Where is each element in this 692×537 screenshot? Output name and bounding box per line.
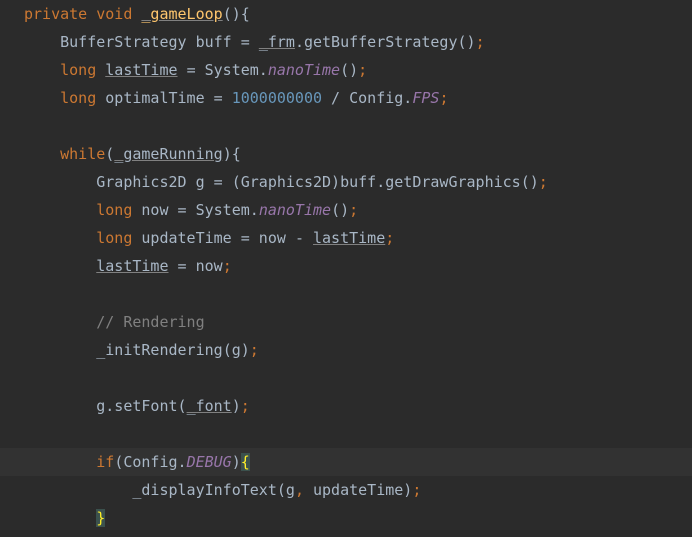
keyword-long: long bbox=[96, 201, 132, 219]
text: / Config. bbox=[322, 89, 412, 107]
number-literal: 1000000000 bbox=[232, 89, 322, 107]
text: System. bbox=[187, 201, 259, 219]
operator: = bbox=[214, 173, 223, 191]
brace-open-matched: { bbox=[241, 453, 250, 471]
text: updateTime bbox=[132, 229, 240, 247]
var-lasttime: lastTime bbox=[96, 257, 168, 275]
static-nanotime: nanoTime bbox=[259, 201, 331, 219]
code-line[interactable]: g.setFont(_font); bbox=[24, 392, 692, 420]
semicolon: ; bbox=[539, 173, 548, 191]
method-name: _gameLoop bbox=[141, 5, 222, 23]
text: Graphics2D g bbox=[96, 173, 213, 191]
code-line[interactable]: } bbox=[24, 504, 692, 532]
keyword-long: long bbox=[60, 89, 96, 107]
comment: // Rendering bbox=[96, 313, 204, 331]
semicolon: ; bbox=[476, 33, 485, 51]
text: updateTime) bbox=[304, 481, 412, 499]
text: (g bbox=[277, 481, 295, 499]
text: (Graphics2D)buff.getDrawGraphics() bbox=[223, 173, 539, 191]
paren-open: (Config. bbox=[114, 453, 186, 471]
keyword-long: long bbox=[96, 229, 132, 247]
method-call: _initRendering bbox=[96, 341, 222, 359]
semicolon: ; bbox=[250, 341, 259, 359]
operator: = bbox=[241, 229, 250, 247]
code-editor[interactable]: private void _gameLoop(){ BufferStrategy… bbox=[0, 0, 692, 532]
blank-line[interactable] bbox=[24, 420, 692, 448]
keyword-if: if bbox=[96, 453, 114, 471]
static-nanotime: nanoTime bbox=[268, 61, 340, 79]
code-line[interactable]: lastTime = now; bbox=[24, 252, 692, 280]
text: (g) bbox=[223, 341, 250, 359]
code-line-current[interactable]: if(Config.DEBUG){ bbox=[0, 448, 692, 476]
var-lasttime: lastTime bbox=[105, 61, 177, 79]
field-frm: _frm bbox=[259, 33, 295, 51]
semicolon: ; bbox=[241, 397, 250, 415]
code-line[interactable]: long now = System.nanoTime(); bbox=[24, 196, 692, 224]
comma: , bbox=[295, 481, 304, 499]
text: optimalTime bbox=[96, 89, 213, 107]
keyword-long: long bbox=[60, 61, 96, 79]
text: now bbox=[250, 229, 295, 247]
text: BufferStrategy buff bbox=[60, 33, 241, 51]
text: now bbox=[132, 201, 177, 219]
operator: = bbox=[214, 89, 223, 107]
text: System. bbox=[196, 61, 268, 79]
code-line[interactable]: BufferStrategy buff = _frm.getBufferStra… bbox=[24, 28, 692, 56]
operator: = bbox=[187, 61, 196, 79]
text: () bbox=[340, 61, 358, 79]
text: () bbox=[331, 201, 349, 219]
code-line[interactable]: private void _gameLoop(){ bbox=[24, 0, 692, 28]
text: .getBufferStrategy() bbox=[295, 33, 476, 51]
blank-line[interactable] bbox=[24, 364, 692, 392]
semicolon: ; bbox=[412, 481, 421, 499]
text: now bbox=[187, 257, 223, 275]
blank-line[interactable] bbox=[24, 112, 692, 140]
code-line[interactable]: _displayInfoText(g, updateTime); bbox=[24, 476, 692, 504]
field-font: _font bbox=[187, 397, 232, 415]
var-lasttime: lastTime bbox=[313, 229, 385, 247]
semicolon: ; bbox=[385, 229, 394, 247]
keyword-while: while bbox=[60, 145, 105, 163]
keyword-private: private bbox=[24, 5, 87, 23]
code-line[interactable]: Graphics2D g = (Graphics2D)buff.getDrawG… bbox=[24, 168, 692, 196]
paren-open: ( bbox=[105, 145, 114, 163]
code-line[interactable]: long updateTime = now - lastTime; bbox=[24, 224, 692, 252]
method-call: _displayInfoText bbox=[132, 481, 277, 499]
field-gamerunning: _gameRunning bbox=[114, 145, 222, 163]
operator: = bbox=[178, 201, 187, 219]
code-line[interactable]: while(_gameRunning){ bbox=[24, 140, 692, 168]
operator: = bbox=[241, 33, 250, 51]
text: ) bbox=[232, 397, 241, 415]
semicolon: ; bbox=[223, 257, 232, 275]
text: g.setFont( bbox=[96, 397, 186, 415]
keyword-void: void bbox=[96, 5, 132, 23]
brace-close-matched: } bbox=[96, 509, 105, 527]
code-line[interactable]: long optimalTime = 1000000000 / Config.F… bbox=[24, 84, 692, 112]
semicolon: ; bbox=[349, 201, 358, 219]
code-line[interactable]: // Rendering bbox=[24, 308, 692, 336]
semicolon: ; bbox=[439, 89, 448, 107]
code-line[interactable]: long lastTime = System.nanoTime(); bbox=[24, 56, 692, 84]
operator: = bbox=[178, 257, 187, 275]
static-fps: FPS bbox=[412, 89, 439, 107]
code-line[interactable]: _initRendering(g); bbox=[24, 336, 692, 364]
paren-close-brace: ){ bbox=[223, 145, 241, 163]
blank-line[interactable] bbox=[24, 280, 692, 308]
operator-minus: - bbox=[295, 229, 304, 247]
paren-close: ) bbox=[232, 453, 241, 471]
static-debug: DEBUG bbox=[187, 453, 232, 471]
parens: (){ bbox=[223, 5, 250, 23]
semicolon: ; bbox=[358, 61, 367, 79]
